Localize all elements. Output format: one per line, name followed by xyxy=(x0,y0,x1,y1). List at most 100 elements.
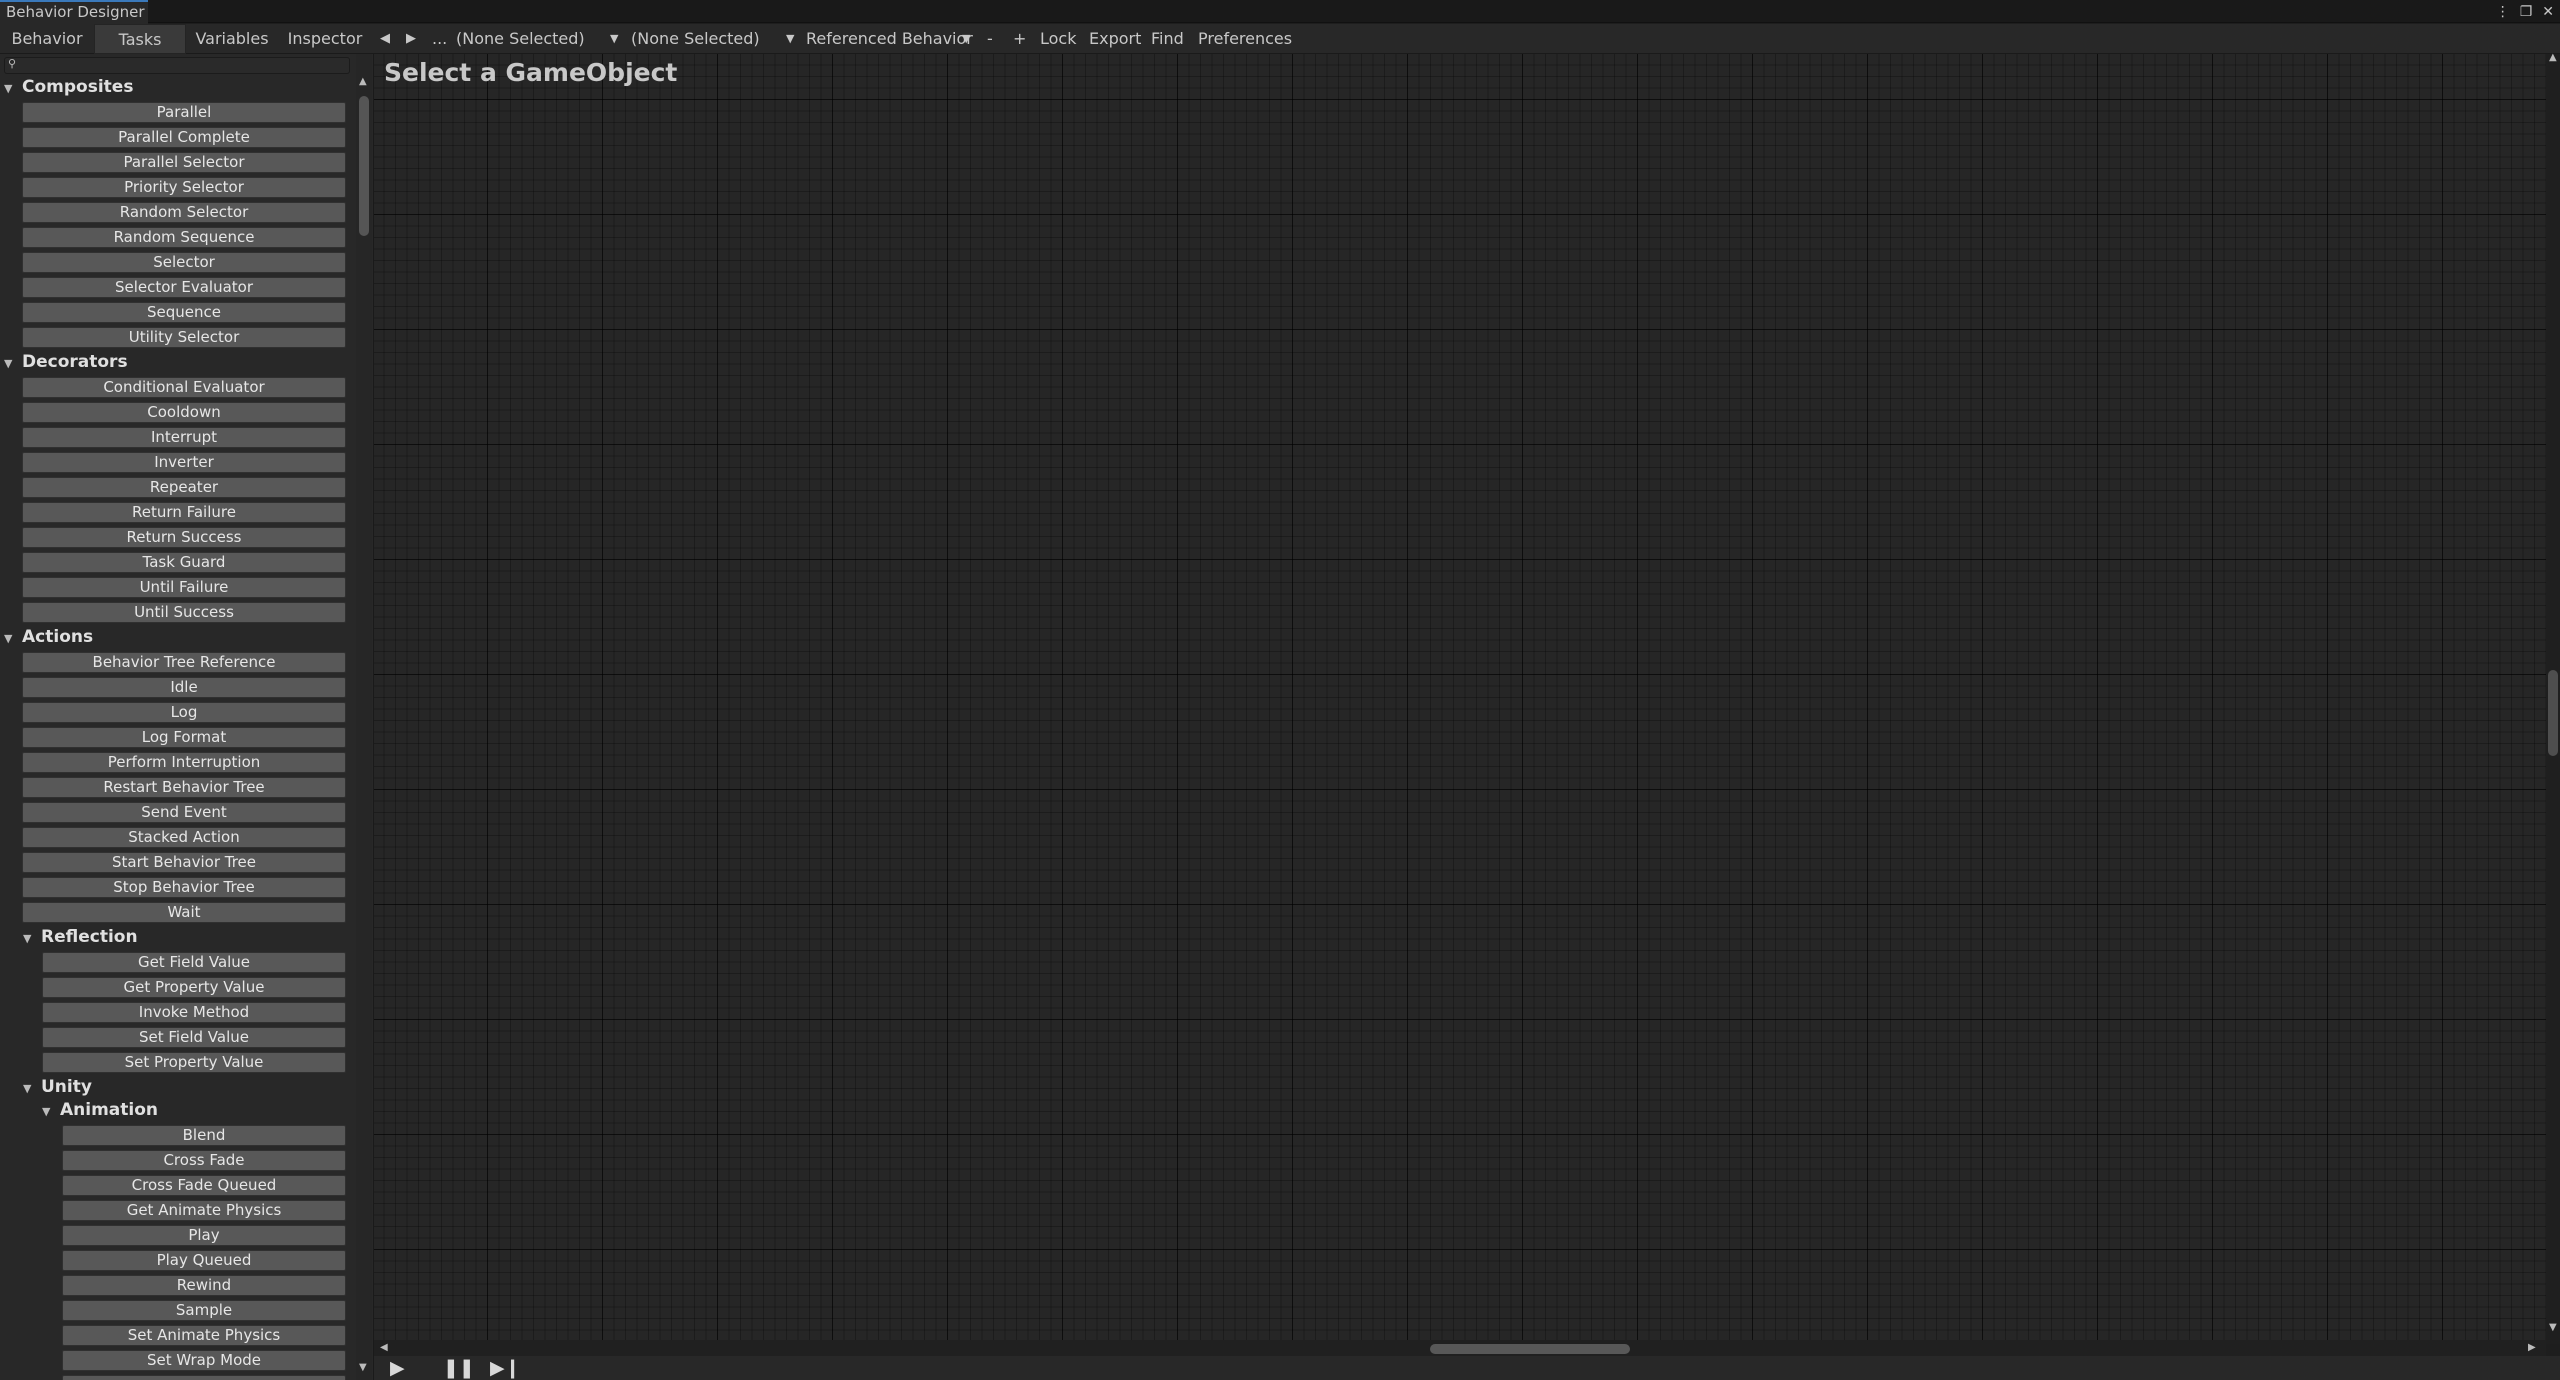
category-decorators[interactable]: ▼ Decorators xyxy=(4,349,128,375)
expand-triangle-icon: ▼ xyxy=(42,1105,51,1118)
task-start-behavior-tree[interactable]: Start Behavior Tree xyxy=(22,852,346,873)
playback-bar xyxy=(374,1356,2560,1380)
expand-triangle-icon: ▼ xyxy=(23,932,32,945)
task-invoke-method[interactable]: Invoke Method xyxy=(42,1002,346,1023)
task-interrupt[interactable]: Interrupt xyxy=(22,427,346,448)
task-play[interactable]: Play xyxy=(62,1225,346,1246)
task-get-animate-physics[interactable]: Get Animate Physics xyxy=(62,1200,346,1221)
task-sample[interactable]: Sample xyxy=(62,1300,346,1321)
category-composites[interactable]: ▼ Composites xyxy=(4,74,133,100)
scroll-left-icon[interactable]: ◀ xyxy=(380,1342,388,1353)
canvas-vertical-scrollbar-thumb[interactable] xyxy=(2548,670,2558,756)
task-perform-interruption[interactable]: Perform Interruption xyxy=(22,752,346,773)
scroll-up-icon[interactable]: ▲ xyxy=(2549,52,2557,63)
task-stop-behavior-tree[interactable]: Stop Behavior Tree xyxy=(22,877,346,898)
task-send-event[interactable]: Send Event xyxy=(22,802,346,823)
referenced-behavior-dropdown[interactable]: Referenced Behavior xyxy=(806,24,973,54)
task-blend[interactable]: Blend xyxy=(62,1125,346,1146)
play-icon[interactable]: ▶ xyxy=(390,1358,405,1378)
task-inverter[interactable]: Inverter xyxy=(22,452,346,473)
step-icon[interactable]: ▶❙ xyxy=(490,1358,521,1378)
task-cooldown[interactable]: Cooldown xyxy=(22,402,346,423)
category-reflection[interactable]: ▼ Reflection xyxy=(23,924,138,950)
export-button[interactable]: Export xyxy=(1089,24,1141,54)
gameobject-dropdown[interactable]: (None Selected) xyxy=(456,24,585,54)
expand-triangle-icon: ▼ xyxy=(23,1082,32,1095)
search-input[interactable]: ⚲ xyxy=(4,57,350,74)
scroll-up-icon[interactable]: ▲ xyxy=(359,76,367,87)
remove-behavior-button[interactable]: - xyxy=(987,24,993,54)
task-behavior-tree-reference[interactable]: Behavior Tree Reference xyxy=(22,652,346,673)
preferences-button[interactable]: Preferences xyxy=(1198,24,1292,54)
lock-button[interactable]: Lock xyxy=(1040,24,1076,54)
task-return-failure[interactable]: Return Failure xyxy=(22,502,346,523)
tasks-scrollbar-thumb[interactable] xyxy=(359,96,369,236)
task-wait[interactable]: Wait xyxy=(22,902,346,923)
task-priority-selector[interactable]: Priority Selector xyxy=(22,177,346,198)
triangle-left-icon[interactable]: ◀ xyxy=(380,24,390,54)
task-set-property-value[interactable]: Set Property Value xyxy=(42,1052,346,1073)
task-parallel[interactable]: Parallel xyxy=(22,102,346,123)
task-sequence[interactable]: Sequence xyxy=(22,302,346,323)
task-set-field-value[interactable]: Set Field Value xyxy=(42,1027,346,1048)
tab-tasks[interactable]: Tasks xyxy=(94,24,186,54)
triangle-right-icon[interactable]: ▶ xyxy=(406,24,416,54)
category-actions[interactable]: ▼ Actions xyxy=(4,624,93,650)
category-label: Composites xyxy=(22,77,134,97)
scroll-right-icon[interactable]: ▶ xyxy=(2528,1342,2536,1353)
task-selector[interactable]: Selector xyxy=(22,252,346,273)
more-button[interactable]: ... xyxy=(432,24,447,54)
task-parallel-selector[interactable]: Parallel Selector xyxy=(22,152,346,173)
tasks-scrollbar[interactable] xyxy=(356,54,372,1380)
maximize-icon[interactable]: ❐ xyxy=(2520,2,2533,22)
task-until-failure[interactable]: Until Failure xyxy=(22,577,346,598)
pause-icon[interactable]: ❚❚ xyxy=(443,1358,475,1378)
task-return-success[interactable]: Return Success xyxy=(22,527,346,548)
task-partial-row[interactable] xyxy=(62,1375,346,1380)
tab-variables[interactable]: Variables xyxy=(186,24,278,54)
task-cross-fade-queued[interactable]: Cross Fade Queued xyxy=(62,1175,346,1196)
task-selector-evaluator[interactable]: Selector Evaluator xyxy=(22,277,346,298)
task-task-guard[interactable]: Task Guard xyxy=(22,552,346,573)
search-icon: ⚲ xyxy=(8,57,17,70)
task-utility-selector[interactable]: Utility Selector xyxy=(22,327,346,348)
task-conditional-evaluator[interactable]: Conditional Evaluator xyxy=(22,377,346,398)
task-cross-fade[interactable]: Cross Fade xyxy=(62,1150,346,1171)
task-repeater[interactable]: Repeater xyxy=(22,477,346,498)
task-idle[interactable]: Idle xyxy=(22,677,346,698)
title-bar: Behavior Designer ⋮ ❐ ✕ xyxy=(0,0,2560,24)
find-button[interactable]: Find xyxy=(1151,24,1184,54)
kebab-menu-icon[interactable]: ⋮ xyxy=(2496,2,2510,22)
behavior-designer-window: Behavior Designer ⋮ ❐ ✕ Behavior Tasks V… xyxy=(0,0,2560,1380)
category-animation[interactable]: ▼ Animation xyxy=(42,1097,158,1123)
task-random-selector[interactable]: Random Selector xyxy=(22,202,346,223)
canvas-horizontal-scrollbar-thumb[interactable] xyxy=(1430,1344,1630,1354)
task-stacked-action[interactable]: Stacked Action xyxy=(22,827,346,848)
category-label: Reflection xyxy=(41,927,138,947)
expand-triangle-icon: ▼ xyxy=(4,632,13,645)
task-set-animate-physics[interactable]: Set Animate Physics xyxy=(62,1325,346,1346)
task-get-field-value[interactable]: Get Field Value xyxy=(42,952,346,973)
category-label: Decorators xyxy=(22,352,128,372)
task-random-sequence[interactable]: Random Sequence xyxy=(22,227,346,248)
task-rewind[interactable]: Rewind xyxy=(62,1275,346,1296)
task-until-success[interactable]: Until Success xyxy=(22,602,346,623)
behavior-dropdown[interactable]: (None Selected) xyxy=(631,24,760,54)
task-log-format[interactable]: Log Format xyxy=(22,727,346,748)
scroll-down-icon[interactable]: ▼ xyxy=(2549,1322,2557,1333)
task-log[interactable]: Log xyxy=(22,702,346,723)
add-behavior-button[interactable]: + xyxy=(1013,24,1026,54)
scroll-down-icon[interactable]: ▼ xyxy=(359,1362,367,1373)
task-parallel-complete[interactable]: Parallel Complete xyxy=(22,127,346,148)
task-get-property-value[interactable]: Get Property Value xyxy=(42,977,346,998)
chevron-down-icon: ▼ xyxy=(610,32,619,45)
task-set-wrap-mode[interactable]: Set Wrap Mode xyxy=(62,1350,346,1371)
tab-behavior[interactable]: Behavior xyxy=(0,24,94,54)
tab-inspector[interactable]: Inspector xyxy=(278,24,372,54)
chevron-down-icon: ▼ xyxy=(962,32,971,45)
task-restart-behavior-tree[interactable]: Restart Behavior Tree xyxy=(22,777,346,798)
window-tab[interactable]: Behavior Designer xyxy=(0,0,148,24)
task-play-queued[interactable]: Play Queued xyxy=(62,1250,346,1271)
graph-canvas[interactable]: Select a GameObject xyxy=(374,54,2546,1380)
close-icon[interactable]: ✕ xyxy=(2542,2,2554,22)
